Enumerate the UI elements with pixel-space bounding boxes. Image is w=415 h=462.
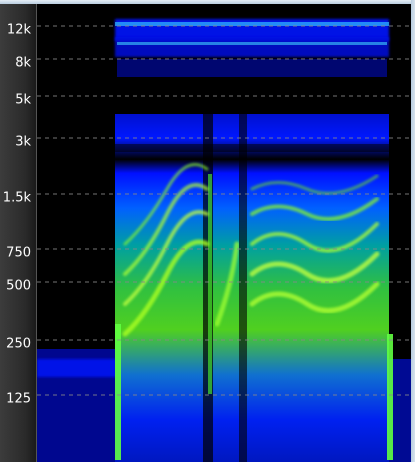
hf-band-second <box>115 37 389 57</box>
frequency-axis: 12k 8k 5k 3k 1.5k 750 500 250 125 <box>0 4 37 462</box>
pause-gap-2 <box>239 114 247 462</box>
spectrogram-view[interactable]: 12k 8k 5k 3k 1.5k 750 500 250 125 <box>0 0 415 462</box>
dark-band-3k <box>115 144 389 152</box>
axis-label-12k: 12k <box>6 22 31 38</box>
axis-label-8k: 8k <box>15 55 31 71</box>
axis-label-250: 250 <box>6 336 31 352</box>
axis-label-1-5k: 1.5k <box>2 190 31 206</box>
axis-label-750: 750 <box>6 245 31 261</box>
speech-energy-block <box>115 114 389 462</box>
spectrogram-plot[interactable] <box>37 4 411 462</box>
spectrogram-canvas <box>37 4 411 462</box>
hf-band-third <box>117 59 387 77</box>
onset-line-left <box>115 324 121 460</box>
window-frame-right <box>411 0 415 462</box>
hf-band-second-hi <box>117 42 387 45</box>
axis-label-500: 500 <box>6 278 31 294</box>
hf-band-top-hi <box>115 22 389 26</box>
noise-band-left-bright <box>37 359 117 377</box>
axis-label-5k: 5k <box>15 92 31 108</box>
axis-label-3k: 3k <box>15 134 31 150</box>
axis-label-125: 125 <box>6 391 31 407</box>
onset-line-mid <box>208 174 212 394</box>
onset-line-right <box>387 334 393 460</box>
